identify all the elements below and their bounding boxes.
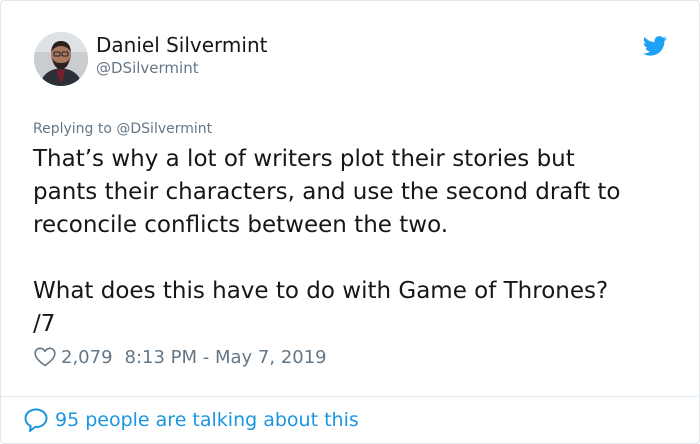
author-handle[interactable]: @DSilvermint: [96, 59, 199, 77]
tweet-text: That’s why a lot of writers plot their s…: [33, 143, 683, 341]
tweet-meta: 2,079 8:13 PM - May 7, 2019: [34, 345, 327, 369]
conversation-text[interactable]: 95 people are talking about this: [55, 409, 359, 431]
heart-icon[interactable]: [34, 347, 56, 367]
replying-prefix: Replying to: [33, 121, 112, 137]
author-name[interactable]: Daniel Silvermint: [96, 33, 267, 57]
tweet-line: pants their characters, and use the seco…: [33, 179, 621, 205]
like-count[interactable]: 2,079: [61, 347, 113, 368]
conversation-link[interactable]: 95 people are talking about this: [23, 406, 359, 434]
timestamp[interactable]: 8:13 PM - May 7, 2019: [125, 347, 327, 368]
tweet-line: reconcile conflicts between the two.: [33, 212, 449, 238]
tweet-card: Daniel Silvermint @DSilvermint Replying …: [0, 0, 700, 444]
speech-bubble-icon: [23, 407, 49, 433]
avatar-image: [34, 32, 88, 86]
avatar[interactable]: [34, 32, 88, 86]
replying-mention[interactable]: @DSilvermint: [116, 121, 212, 137]
replying-to: Replying to @DSilvermint: [33, 121, 212, 137]
tweet-line: What does this have to do with Game of T…: [33, 278, 609, 304]
tweet-line: /7: [33, 311, 56, 337]
tweet-line: That’s why a lot of writers plot their s…: [33, 146, 575, 172]
divider: [1, 396, 699, 397]
twitter-bird-icon[interactable]: [643, 36, 667, 56]
